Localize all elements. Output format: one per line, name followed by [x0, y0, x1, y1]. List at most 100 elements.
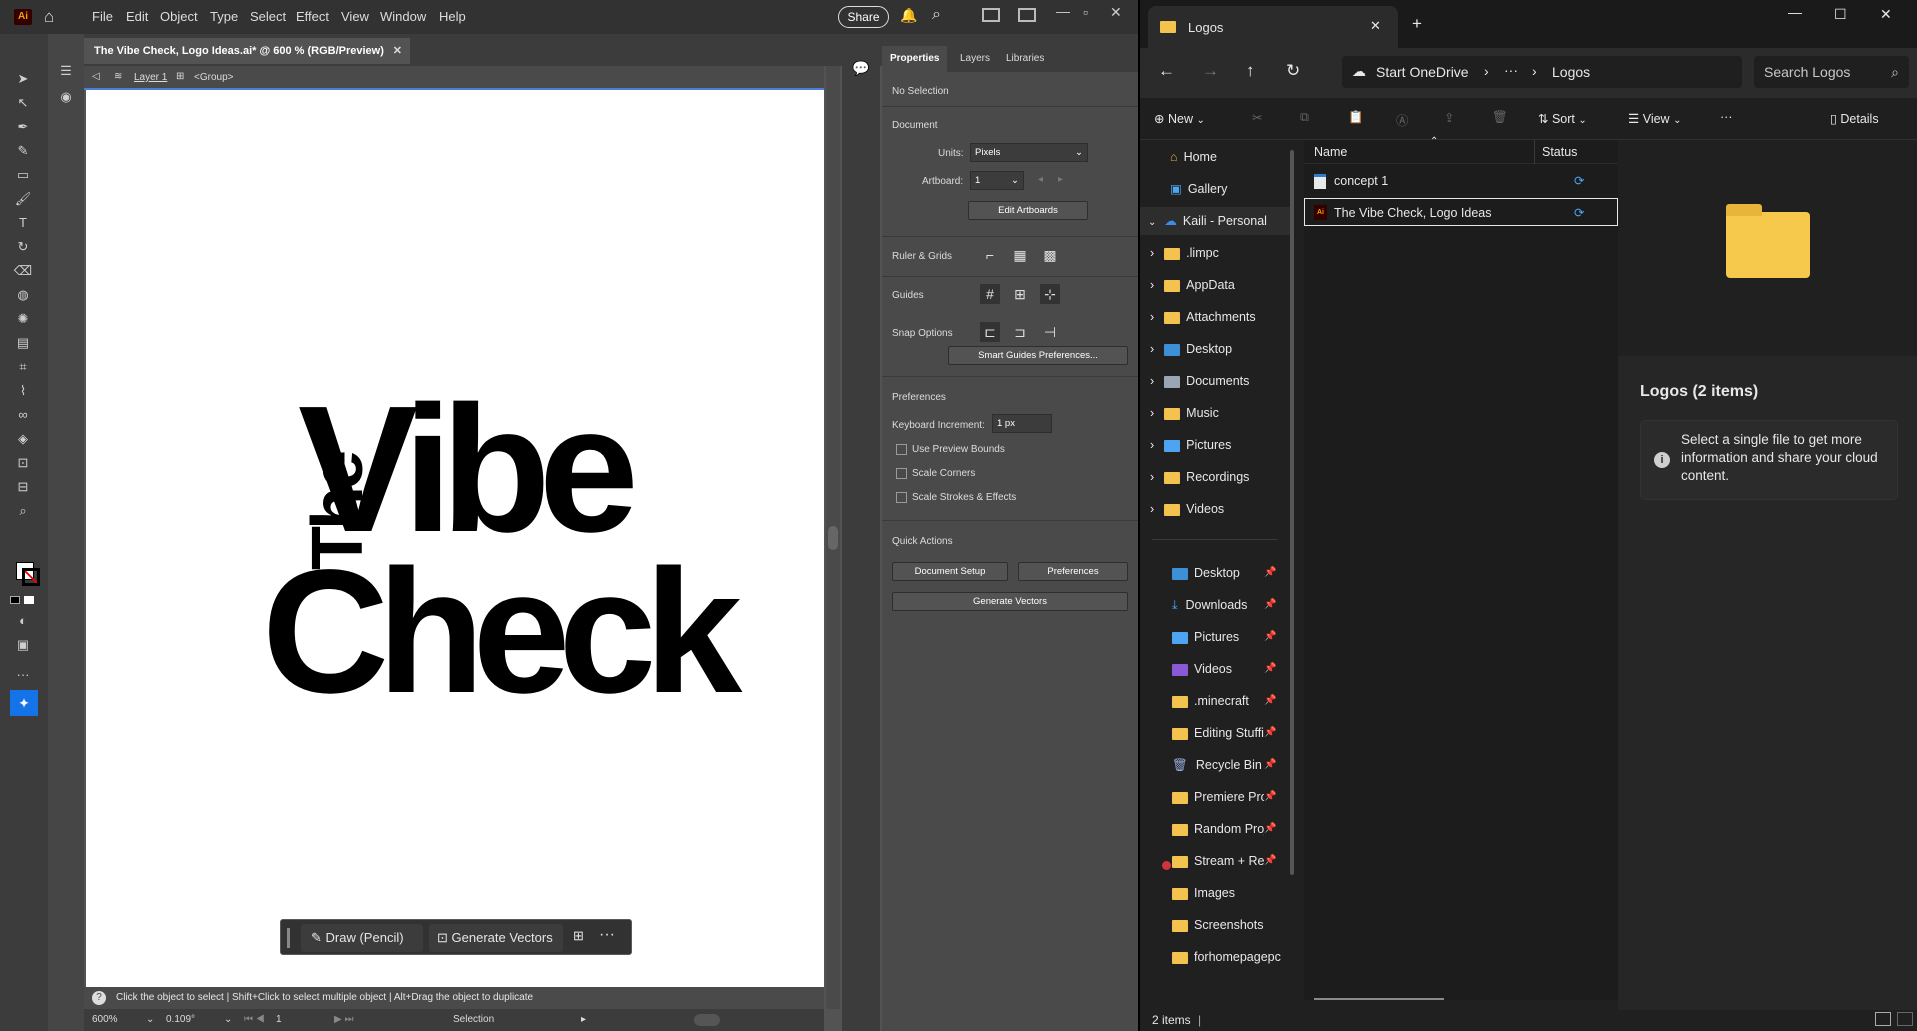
pin-icon[interactable]: 📌: [1264, 751, 1276, 779]
pin-icon[interactable]: 📌: [1264, 655, 1276, 683]
menu-select[interactable]: Select: [250, 9, 286, 24]
tree-item[interactable]: › AppData: [1140, 271, 1290, 299]
cut-icon[interactable]: ✂: [1252, 110, 1262, 125]
file-row-selected[interactable]: Ai The Vibe Check, Logo Ideas ⟳: [1304, 198, 1618, 226]
logo-vibe[interactable]: Vibe: [298, 380, 639, 560]
close-tab-icon[interactable]: ✕: [1370, 18, 1381, 34]
search-icon[interactable]: ⌕: [932, 6, 941, 24]
artboard-select[interactable]: 1 ⌄: [970, 171, 1024, 190]
use-preview-bounds-checkbox[interactable]: [896, 444, 907, 455]
tree-item[interactable]: › Attachments: [1140, 303, 1290, 331]
sort-button[interactable]: ⇅ Sort ⌄: [1538, 106, 1587, 132]
address-bar[interactable]: ☁ Start OneDrive › ··· › Logos: [1342, 56, 1742, 88]
bar-options-icon[interactable]: ⊞: [573, 928, 584, 944]
menu-edit[interactable]: Edit: [126, 9, 148, 24]
prev-artboard-icon[interactable]: ◂: [1038, 174, 1043, 185]
search-box[interactable]: Search Logos ⌕: [1754, 56, 1909, 88]
details-pane-button[interactable]: ▯ Details: [1830, 106, 1879, 132]
zoom-tool-icon[interactable]: ⌕: [13, 502, 33, 520]
sidebar-scrollbar[interactable]: [1290, 150, 1294, 875]
keyboard-increment-input[interactable]: 1 px: [992, 414, 1052, 433]
first-artboard-icon[interactable]: ⏮ ◀: [244, 1009, 265, 1031]
shape-builder-tool-icon[interactable]: ◍: [13, 286, 33, 304]
pin-icon[interactable]: 📌: [1264, 783, 1277, 811]
refresh-icon[interactable]: ↻: [1286, 61, 1300, 81]
zoom-dropdown-icon[interactable]: ⌄: [146, 1009, 154, 1031]
pinned-item[interactable]: Videos 📌: [1140, 655, 1290, 683]
artboard-number[interactable]: 1: [276, 1009, 282, 1031]
hamburger-menu-icon[interactable]: ☰: [56, 62, 76, 80]
angle-dropdown-icon[interactable]: ⌄: [224, 1009, 232, 1031]
type-tool-icon[interactable]: T: [13, 214, 33, 232]
close-icon[interactable]: ✕: [1110, 4, 1122, 21]
forward-icon[interactable]: →: [1202, 61, 1219, 81]
artboard-tool-icon[interactable]: ⊡: [13, 454, 33, 472]
vertical-scroll-thumb[interactable]: [828, 526, 838, 550]
paintbrush-tool-icon[interactable]: 🖌: [13, 190, 33, 208]
snap-to-glyph-icon[interactable]: ⊣: [1040, 322, 1060, 342]
document-tab[interactable]: The Vibe Check, Logo Ideas.ai* @ 600 % (…: [84, 38, 410, 64]
mesh-tool-icon[interactable]: ⌗: [13, 358, 33, 376]
draw-mode-icon[interactable]: ◐: [13, 612, 33, 630]
bell-icon[interactable]: 🔔: [900, 7, 917, 24]
pinned-item[interactable]: Screenshots: [1140, 911, 1290, 939]
pinned-item[interactable]: Desktop 📌: [1140, 559, 1290, 587]
last-artboard-icon[interactable]: ▶ ⏭: [334, 1009, 353, 1031]
selection-tool-icon[interactable]: ➤: [13, 70, 33, 88]
rotation-angle[interactable]: 0.109°: [166, 1009, 195, 1031]
appearance-icon[interactable]: ◉: [56, 88, 76, 106]
maximize-icon[interactable]: ☐: [1834, 6, 1847, 23]
tree-item[interactable]: › Documents: [1140, 367, 1290, 395]
address-onedrive[interactable]: Start OneDrive: [1376, 64, 1469, 80]
share-icon[interactable]: ⇪: [1444, 110, 1454, 125]
pinned-item[interactable]: Random Proj 📌: [1140, 815, 1290, 843]
column-status[interactable]: Status: [1542, 145, 1577, 159]
color-mode-icon[interactable]: [10, 596, 20, 604]
close-tab-icon[interactable]: ✕: [393, 38, 402, 64]
generate-vectors-panel-button[interactable]: Generate Vectors: [892, 592, 1128, 611]
sidebar-item-onedrive[interactable]: ⌄ ☁ Kaili - Personal: [1140, 207, 1290, 235]
close-window-icon[interactable]: ✕: [1880, 6, 1892, 23]
address-folder[interactable]: Logos: [1552, 64, 1590, 80]
paste-icon[interactable]: 📋: [1348, 110, 1364, 125]
generate-vectors-button[interactable]: ⊡ Generate Vectors: [429, 924, 563, 952]
blend-tool-icon[interactable]: ∞: [13, 406, 33, 424]
file-row[interactable]: concept 1 ⟳: [1304, 167, 1618, 195]
zoom-level[interactable]: 600%: [92, 1009, 118, 1031]
ruler-icon[interactable]: ⌐: [980, 245, 1000, 265]
pin-icon[interactable]: 📌: [1264, 623, 1276, 651]
copy-icon[interactable]: ⧉: [1300, 110, 1309, 125]
edit-artboards-button[interactable]: Edit Artboards: [968, 201, 1088, 220]
pinned-item[interactable]: 🗑 Recycle Bin 📌: [1140, 751, 1290, 779]
up-icon[interactable]: ↑: [1246, 61, 1255, 81]
menu-view[interactable]: View: [341, 9, 369, 24]
new-tab-icon[interactable]: +: [1412, 14, 1422, 34]
stroke-swatch-icon[interactable]: [22, 568, 40, 586]
menu-file[interactable]: File: [92, 9, 113, 24]
share-button[interactable]: Share: [838, 6, 889, 28]
tree-item[interactable]: › Pictures: [1140, 431, 1290, 459]
artboard[interactable]: The Vibe Check: [86, 90, 824, 987]
next-artboard-icon[interactable]: ▸: [1058, 174, 1063, 185]
vertical-scrollbar[interactable]: [826, 66, 840, 1009]
back-icon[interactable]: ←: [1158, 61, 1175, 81]
live-paint-tool-icon[interactable]: ◈: [13, 430, 33, 448]
tree-item[interactable]: › Videos: [1140, 495, 1290, 523]
pinned-item[interactable]: Stream + Rec 📌: [1140, 847, 1290, 875]
menu-object[interactable]: Object: [160, 9, 198, 24]
pinned-item[interactable]: Pictures 📌: [1140, 623, 1290, 651]
rectangle-tool-icon[interactable]: ▭: [13, 166, 33, 184]
transparency-grid-icon[interactable]: ▩: [1040, 245, 1060, 265]
eyedropper-tool-icon[interactable]: ⌇: [13, 382, 33, 400]
generative-ai-icon[interactable]: ✦: [10, 690, 38, 716]
slice-tool-icon[interactable]: ⊟: [13, 478, 33, 496]
breadcrumb-layer[interactable]: Layer 1: [134, 72, 167, 83]
snap-to-point-icon[interactable]: ⊏: [980, 322, 1000, 342]
grid-icon[interactable]: ▦: [1010, 245, 1030, 265]
pin-icon[interactable]: 📌: [1264, 719, 1276, 747]
menu-help[interactable]: Help: [439, 9, 466, 24]
scale-strokes-checkbox[interactable]: [896, 492, 907, 503]
arrange-documents-icon[interactable]: [982, 8, 1000, 22]
explorer-tab[interactable]: Logos ✕: [1148, 6, 1398, 48]
tab-libraries[interactable]: Libraries: [998, 46, 1052, 72]
